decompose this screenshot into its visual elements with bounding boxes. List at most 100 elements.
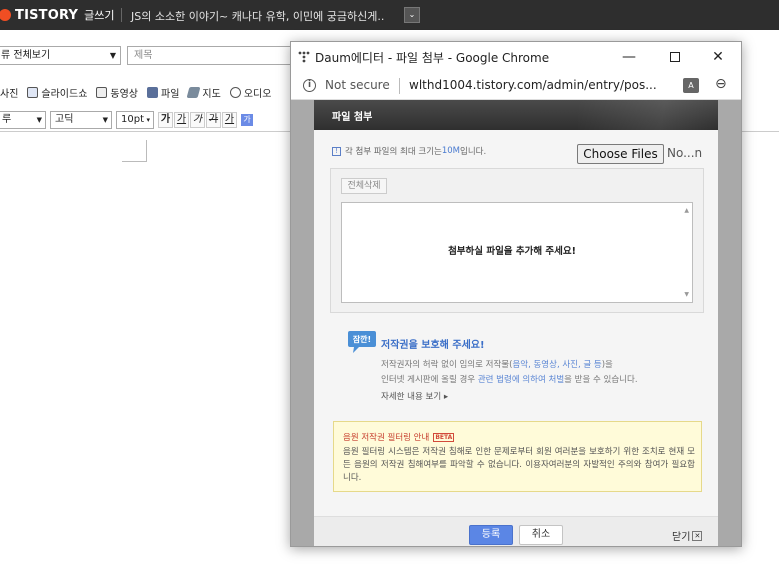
chevron-down-icon: ▼ <box>36 116 42 124</box>
panel-title: 파일 첨부 <box>332 112 373 123</box>
submit-button[interactable]: 등록 <box>469 525 513 545</box>
window-titlebar[interactable]: Daum에디터 - 파일 첨부 - Google Chrome — ✕ <box>291 42 741 72</box>
write-label: 글쓰기 <box>84 9 115 22</box>
editor-body[interactable] <box>122 161 147 162</box>
underline-button[interactable]: 가 <box>174 112 189 128</box>
close-panel-button[interactable]: 닫기 ✕ <box>672 528 703 543</box>
copyright-text: )을 <box>601 360 613 370</box>
text-color-button[interactable]: 가 <box>222 112 237 128</box>
toolbar-item-label: 사진 <box>0 88 19 100</box>
chevron-down-icon: ⌄ <box>408 10 416 19</box>
insert-photo-button[interactable]: 사진 <box>0 85 18 100</box>
size-limit-note: ! 각 첨부 파일의 최대 크기는 10M 입니다. <box>332 145 486 157</box>
italic-button[interactable]: 가 <box>190 112 205 128</box>
info-icon[interactable]: i <box>303 79 316 92</box>
no-file-chosen-label: No...n <box>667 146 703 160</box>
delete-all-button[interactable]: 전체삭제 <box>341 178 387 194</box>
paragraph-value: 루 <box>2 114 12 125</box>
paragraph-select[interactable]: 루 ▼ <box>0 111 46 129</box>
category-value: 류 전체보기 <box>1 50 51 61</box>
font-size-select[interactable]: 10pt ▾ <box>116 111 154 129</box>
insert-audio-button[interactable]: 오디오 <box>229 85 272 100</box>
font-family-select[interactable]: 고딕 ▼ <box>50 111 112 129</box>
header-decoration <box>578 100 718 130</box>
popup-content: 파일 첨부 ! 각 첨부 파일의 최대 크기는 10M 입니다. Choose … <box>291 100 741 546</box>
bold-button[interactable]: 가 <box>158 112 173 128</box>
scroll-up-icon[interactable]: ▲ <box>684 207 689 214</box>
choose-files-button[interactable]: Choose Files <box>577 144 664 164</box>
copyright-works-link[interactable]: 음악, 동영상, 사진, 글 등 <box>512 360 601 370</box>
format-toolbar: 루 ▼ 고딕 ▼ 10pt ▾ 가 가 가 가 가 가 <box>0 111 253 129</box>
insert-video-button[interactable]: 동영상 <box>96 85 138 100</box>
screen: TISTORY 글쓰기 JS의 소소한 이야기~ 캐나다 유학, 이민에 궁금하… <box>0 0 779 578</box>
font-size-value: 10pt <box>121 114 144 125</box>
file-attach-popup-window: Daum에디터 - 파일 첨부 - Google Chrome — ✕ i No… <box>290 41 742 547</box>
close-icon: ✕ <box>712 49 724 65</box>
info-icon: ! <box>332 146 341 156</box>
caution-badge-text: 잠깐! <box>353 334 371 344</box>
close-label: 닫기 <box>672 532 691 543</box>
law-link[interactable]: 관련 법령에 의하여 처벌 <box>478 375 564 385</box>
address-bar: i Not secure wlthd1004.tistory.com/admin… <box>291 72 741 100</box>
url-text[interactable]: wlthd1004.tistory.com/admin/entry/pos... <box>409 78 657 92</box>
filter-title: 음원 저작권 필터링 안내 BETA <box>343 431 455 443</box>
chevron-down-icon: ▼ <box>109 51 116 60</box>
strike-button[interactable]: 가 <box>206 112 221 128</box>
background-color-button[interactable]: 가 <box>241 114 253 126</box>
caution-badge-icon: 잠깐! <box>348 331 376 353</box>
insert-file-button[interactable]: 파일 <box>147 85 179 100</box>
panel-header: 파일 첨부 <box>314 100 718 130</box>
file-list[interactable]: 첨부하실 파일을 추가해 주세요! ▲ ▼ <box>341 202 693 303</box>
map-icon <box>186 86 201 98</box>
topbar-divider <box>121 8 122 22</box>
filter-title-text: 음원 저작권 필터링 안내 <box>343 433 430 443</box>
title-input[interactable]: 제목 <box>127 46 297 65</box>
tistory-logo-icon <box>0 9 11 21</box>
tistory-topbar: TISTORY 글쓰기 JS의 소소한 이야기~ 캐나다 유학, 이민에 궁금하… <box>0 0 779 30</box>
category-select[interactable]: 류 전체보기 ▼ <box>0 46 121 65</box>
copyright-title: 저작권을 보호해 주세요! <box>381 340 485 351</box>
toolbar-item-label: 지도 <box>202 88 221 100</box>
scroll-down-icon[interactable]: ▼ <box>684 291 689 298</box>
not-secure-label[interactable]: Not secure <box>325 78 390 92</box>
insert-slideshow-button[interactable]: 슬라이드쇼 <box>27 85 87 100</box>
insert-map-button[interactable]: 지도 <box>186 85 221 100</box>
toolbar-item-label: 오디오 <box>243 88 272 100</box>
font-family-value: 고딕 <box>55 114 74 125</box>
music-filter-notice: 음원 저작권 필터링 안내 BETA 음원 필터링 시스템은 저작권 침해로 인… <box>333 421 702 492</box>
copyright-line-2: 인터넷 게시판에 올릴 경우 관련 법령에 의하여 처벌을 받을 수 있습니다. <box>381 373 638 385</box>
panel-footer: 등록 취소 닫기 ✕ <box>314 516 718 546</box>
minimize-button[interactable]: — <box>606 42 652 72</box>
audio-icon <box>229 86 241 98</box>
toolbar-item-label: 파일 <box>161 88 180 100</box>
file-attach-panel: 파일 첨부 ! 각 첨부 파일의 최대 크기는 10M 입니다. Choose … <box>314 100 718 546</box>
filter-description: 음원 필터링 시스템은 저작권 침해로 인한 문제로부터 회원 여러분을 보호하… <box>343 447 695 483</box>
cancel-button[interactable]: 취소 <box>519 525 563 545</box>
copyright-text: 저작권자의 허락 없이 임의로 저작물( <box>381 360 513 370</box>
video-icon <box>96 86 108 98</box>
maximize-button[interactable] <box>652 42 698 72</box>
address-divider <box>399 78 400 94</box>
daum-editor-icon <box>298 51 310 63</box>
chevron-down-icon: ▾ <box>146 116 150 124</box>
maximize-icon <box>670 52 680 62</box>
tistory-logo[interactable]: TISTORY 글쓰기 <box>0 7 114 23</box>
size-note-prefix: 각 첨부 파일의 최대 크기는 <box>345 147 442 157</box>
chevron-down-icon: ▼ <box>102 116 108 124</box>
empty-file-message: 첨부하실 파일을 추가해 주세요! <box>448 246 576 257</box>
editor-toolbar: 사진 슬라이드쇼 동영상 파일 지도 오디오 <box>0 84 280 100</box>
slideshow-icon <box>27 86 39 98</box>
close-window-button[interactable]: ✕ <box>695 42 741 72</box>
details-link[interactable]: 자세한 내용 보기 ▸ <box>381 390 448 402</box>
size-note-value: 10M <box>441 146 460 156</box>
copyright-text: 을 받을 수 있습니다. <box>564 375 638 385</box>
blog-title[interactable]: JS의 소소한 이야기~ 캐나다 유학, 이민에 궁금하신게.. <box>131 8 384 24</box>
logo-text: TISTORY <box>15 7 79 23</box>
zoom-out-icon[interactable]: ⊖ <box>715 76 727 92</box>
beta-badge: BETA <box>433 432 455 442</box>
translate-icon[interactable]: A <box>683 78 699 93</box>
blog-dropdown-button[interactable]: ⌄ <box>404 7 420 23</box>
editor-caret <box>146 140 147 161</box>
attached-files-area: 전체삭제 첨부하실 파일을 추가해 주세요! ▲ ▼ <box>330 168 704 313</box>
file-icon <box>147 86 159 98</box>
